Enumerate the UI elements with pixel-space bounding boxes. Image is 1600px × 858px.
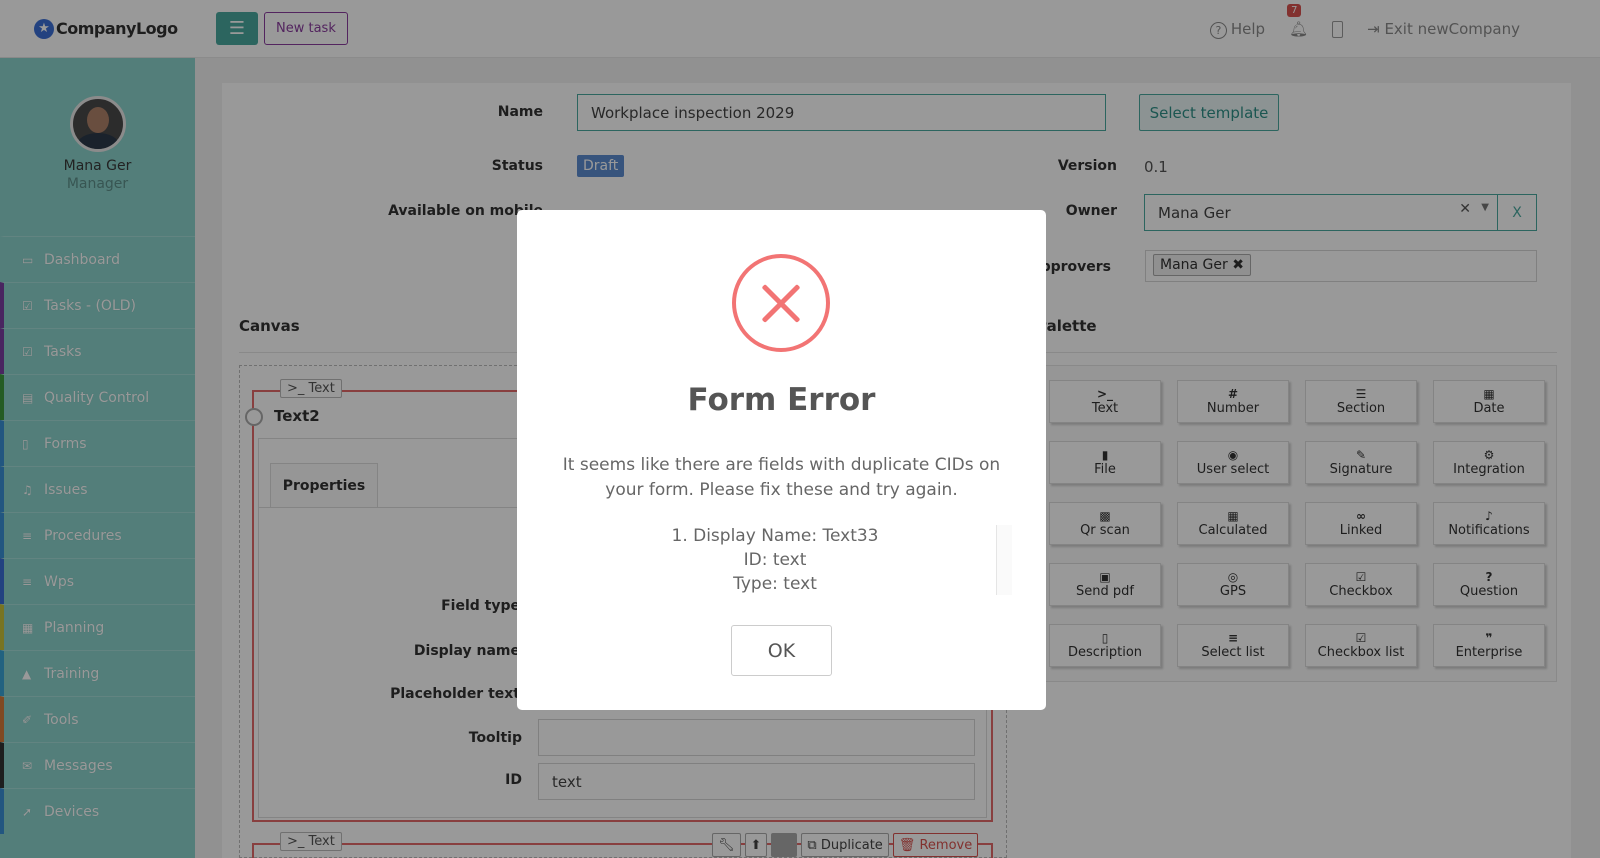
dialog-title: Form Error [687, 382, 876, 418]
error-x-icon [732, 254, 830, 352]
list-scrollbar[interactable] [996, 525, 1012, 595]
ok-button[interactable]: OK [731, 625, 832, 676]
dialog-message: It seems like there are fields with dupl… [562, 455, 1001, 500]
duplicate-list: 1. Display Name: Text33 ID: text Type: t… [555, 524, 995, 604]
error-dialog: Form Error It seems like there are field… [517, 210, 1046, 710]
list-item: ID: text [743, 550, 807, 570]
list-item: Type: text [733, 574, 817, 594]
list-item: 1. Display Name: Text33 [671, 526, 879, 546]
